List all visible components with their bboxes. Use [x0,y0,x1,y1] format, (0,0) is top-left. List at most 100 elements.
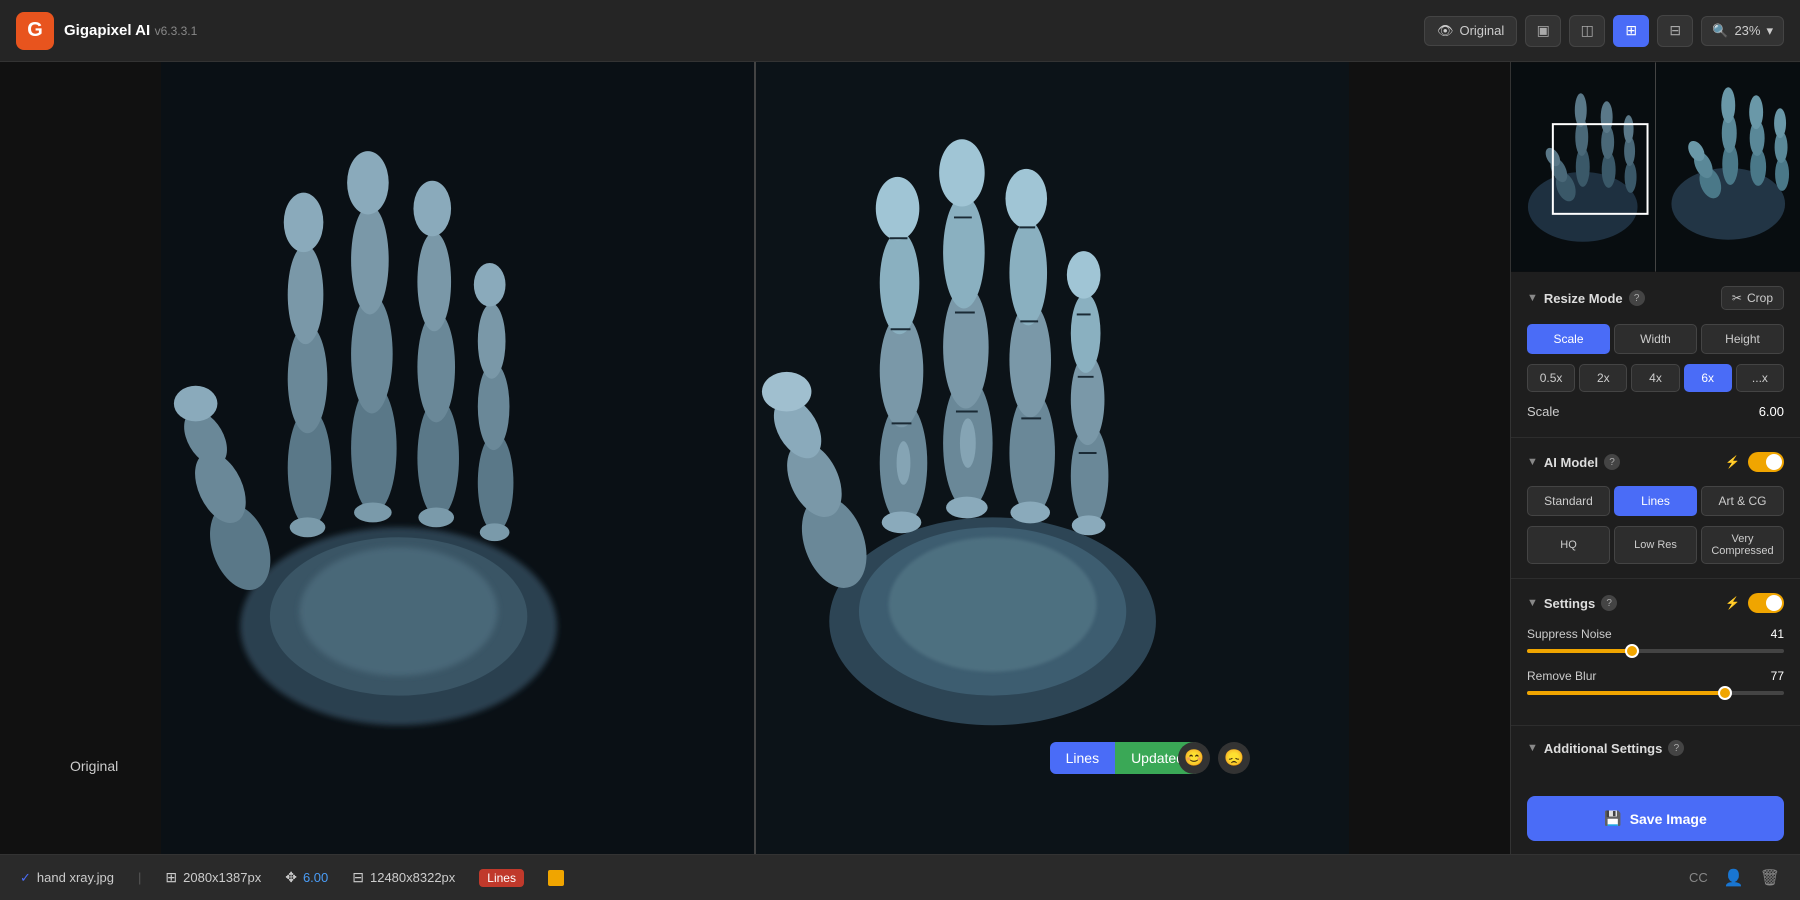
ai-toggle[interactable] [1748,452,1784,472]
app-logo: G [16,12,54,50]
ai-title-row: ▼ AI Model ? [1527,454,1620,470]
resize-icon: ⊞ [165,869,177,886]
resize-arrow[interactable]: ▼ [1527,292,1538,304]
thumbnail-image [1511,62,1800,272]
status-sep1: | [138,870,141,885]
height-mode-button[interactable]: Height [1701,324,1784,354]
view-grid-button[interactable]: ⊞ [1613,15,1649,47]
scale-icon: ✥ [285,869,297,886]
additional-title-row: ▼ Additional Settings ? [1527,740,1684,756]
scale-custom-button[interactable]: ...x [1736,364,1784,392]
app-name: Gigapixel AI [64,22,150,39]
scale-value-row: Scale 6.00 [1527,404,1784,419]
resize-section-header: ▼ Resize Mode ? ✂ Crop [1527,286,1784,310]
status-original-size: ⊞ 2080x1387px [165,869,261,886]
thumbs-up-button[interactable]: 😊 [1178,742,1210,774]
status-model-badge: Lines [479,869,524,887]
status-file: ✓ hand xray.jpg [20,870,114,886]
topbar-controls: 👁 Original ▣ ◫ ⊞ ⊟ 🔍 23% ▾ [1424,15,1784,47]
additional-section-header: ▼ Additional Settings ? [1527,740,1784,756]
right-panel: ▼ Resize Mode ? ✂ Crop Scale Width [1510,62,1800,854]
view-single-button[interactable]: ▣ [1525,15,1561,47]
status-output-size: ⊟ 12480x8322px [352,869,455,886]
low-res-quality-button[interactable]: Low Res [1614,526,1697,564]
scale-4x-button[interactable]: 4x [1631,364,1679,392]
settings-toggle[interactable] [1748,593,1784,613]
suppress-noise-label-row: Suppress Noise 41 [1527,627,1784,641]
scale-display: 6.00 [303,870,328,885]
check-icon: ✓ [20,870,31,886]
emoji-controls: 😊 😞 [1178,742,1250,774]
thumbnail-area [1511,62,1800,272]
lines-model-button[interactable]: Lines [1614,486,1697,516]
filename: hand xray.jpg [37,870,114,885]
ai-help[interactable]: ? [1604,454,1620,470]
standard-model-button[interactable]: Standard [1527,486,1610,516]
suppress-noise-fill [1527,649,1632,653]
save-icon: 💾 [1604,810,1621,827]
ai-quality-group: HQ Low Res Very Compressed [1527,526,1784,564]
resize-title: Resize Mode [1544,291,1623,306]
settings-title: Settings [1544,596,1595,611]
resize-mode-section: ▼ Resize Mode ? ✂ Crop Scale Width [1511,272,1800,438]
suppress-noise-label: Suppress Noise [1527,627,1612,641]
app-version: v6.3.3.1 [155,24,198,38]
suppress-noise-row: Suppress Noise 41 [1527,627,1784,653]
status-color [548,870,564,886]
remove-blur-fill [1527,691,1725,695]
original-button[interactable]: 👁 Original [1424,16,1517,46]
status-right: CC 👤 🗑 [1689,868,1780,888]
scale-mode-button[interactable]: Scale [1527,324,1610,354]
very-compressed-quality-button[interactable]: Very Compressed [1701,526,1784,564]
trash-icon[interactable]: 🗑 [1760,868,1780,888]
ai-arrow[interactable]: ▼ [1527,456,1538,468]
xray-image [0,62,1510,854]
scale-2x-button[interactable]: 2x [1579,364,1627,392]
thumbs-down-button[interactable]: 😞 [1218,742,1250,774]
additional-title: Additional Settings [1544,741,1662,756]
cc-icon: CC [1689,870,1708,885]
suppress-noise-thumb[interactable] [1625,644,1639,658]
width-mode-button[interactable]: Width [1614,324,1697,354]
crop-button[interactable]: ✂ Crop [1721,286,1784,310]
zoom-control[interactable]: 🔍 23% ▾ [1701,16,1784,46]
status-scale: ✥ 6.00 [285,869,328,886]
resize-section-right: ✂ Crop [1721,286,1784,310]
remove-blur-value: 77 [1771,669,1784,683]
suppress-noise-track[interactable] [1527,649,1784,653]
ai-section-header: ▼ AI Model ? ⚡ [1527,452,1784,472]
scale-6x-button[interactable]: 6x [1684,364,1732,392]
resize-help[interactable]: ? [1629,290,1645,306]
scale-label: Scale [1527,404,1560,419]
settings-section-header: ▼ Settings ? ⚡ [1527,593,1784,613]
status-model: Lines [479,869,524,887]
resize-mode-group: Scale Width Height [1527,324,1784,354]
additional-arrow[interactable]: ▼ [1527,742,1538,754]
ai-model-section: ▼ AI Model ? ⚡ Standard Lines Art & CG [1511,438,1800,579]
logo-area: G Gigapixel AI v6.3.3.1 [16,12,197,50]
image-area[interactable]: Original Lines Updated 😊 😞 [0,62,1510,854]
ai-section-right: ⚡ [1725,452,1784,472]
settings-bolt-icon: ⚡ [1725,596,1740,610]
remove-blur-thumb[interactable] [1718,686,1732,700]
zoom-icon: 🔍 [1712,23,1728,39]
additional-help[interactable]: ? [1668,740,1684,756]
settings-title-row: ▼ Settings ? [1527,595,1617,611]
hq-quality-button[interactable]: HQ [1527,526,1610,564]
art-cg-model-button[interactable]: Art & CG [1701,486,1784,516]
topbar: G Gigapixel AI v6.3.3.1 👁 Original ▣ ◫ ⊞… [0,0,1800,62]
scale-value: 6.00 [1759,404,1784,419]
scale-0-5x-button[interactable]: 0.5x [1527,364,1575,392]
remove-blur-label-row: Remove Blur 77 [1527,669,1784,683]
settings-arrow[interactable]: ▼ [1527,597,1538,609]
settings-help[interactable]: ? [1601,595,1617,611]
remove-blur-track[interactable] [1527,691,1784,695]
chevron-down-icon: ▾ [1766,23,1773,39]
save-image-button[interactable]: 💾 Save Image [1527,796,1784,841]
suppress-noise-value: 41 [1771,627,1784,641]
view-compare-button[interactable]: ⊟ [1657,15,1693,47]
bolt-icon: ⚡ [1725,455,1740,469]
view-split-button[interactable]: ◫ [1569,15,1605,47]
remove-blur-row: Remove Blur 77 [1527,669,1784,695]
eye-icon: 👁 [1437,23,1454,39]
